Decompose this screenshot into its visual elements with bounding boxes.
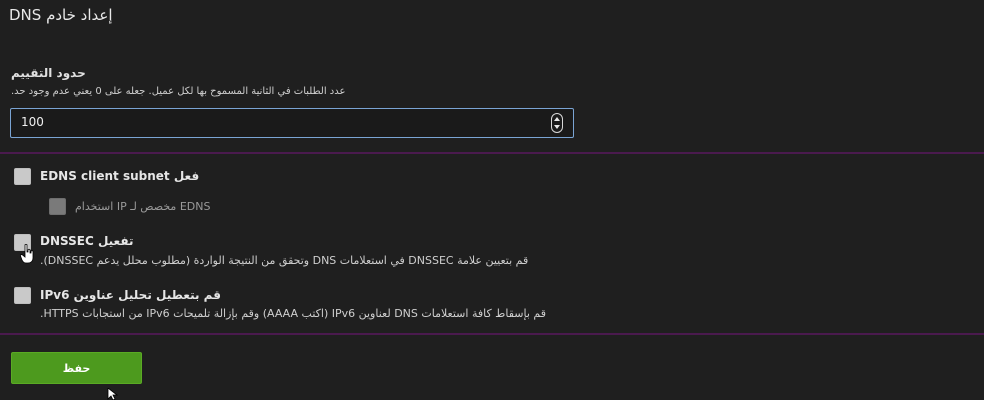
rate-limit-input[interactable] bbox=[21, 115, 521, 129]
section-divider bbox=[0, 152, 984, 154]
rate-limit-description: عدد الطلبات في الثانية المسموح بها لكل ع… bbox=[11, 86, 346, 97]
arrow-cursor-icon bbox=[107, 388, 119, 400]
disable-ipv6-checkbox[interactable] bbox=[14, 287, 31, 304]
section-divider bbox=[0, 333, 984, 335]
hand-cursor-icon bbox=[20, 244, 34, 264]
number-spinner-icon[interactable] bbox=[551, 113, 563, 133]
edns-checkbox[interactable] bbox=[14, 168, 31, 185]
dnssec-description: قم بتعيين علامة DNSSEC في استعلامات DNS … bbox=[40, 254, 529, 267]
page-title: إعداد خادم DNS bbox=[9, 6, 113, 24]
rate-limit-label: حدود التقييم bbox=[11, 66, 86, 80]
edns-custom-ip-checkbox[interactable] bbox=[49, 198, 66, 215]
spinner-up-icon[interactable] bbox=[554, 117, 560, 121]
disable-ipv6-label: قم بتعطيل تحليل عناوين IPv6 bbox=[40, 288, 221, 302]
rate-limit-field[interactable] bbox=[10, 108, 574, 138]
edns-label: فعل EDNS client subnet bbox=[40, 169, 200, 183]
edns-custom-ip-label: EDNS مخصص لـ IP استخدام bbox=[75, 200, 211, 213]
dnssec-label: تفعيل DNSSEC bbox=[40, 234, 134, 248]
save-button[interactable]: حفظ bbox=[11, 352, 142, 384]
disable-ipv6-description: قم بإسقاط كافة استعلامات DNS لعناوين IPv… bbox=[40, 307, 546, 320]
spinner-down-icon[interactable] bbox=[554, 125, 560, 129]
